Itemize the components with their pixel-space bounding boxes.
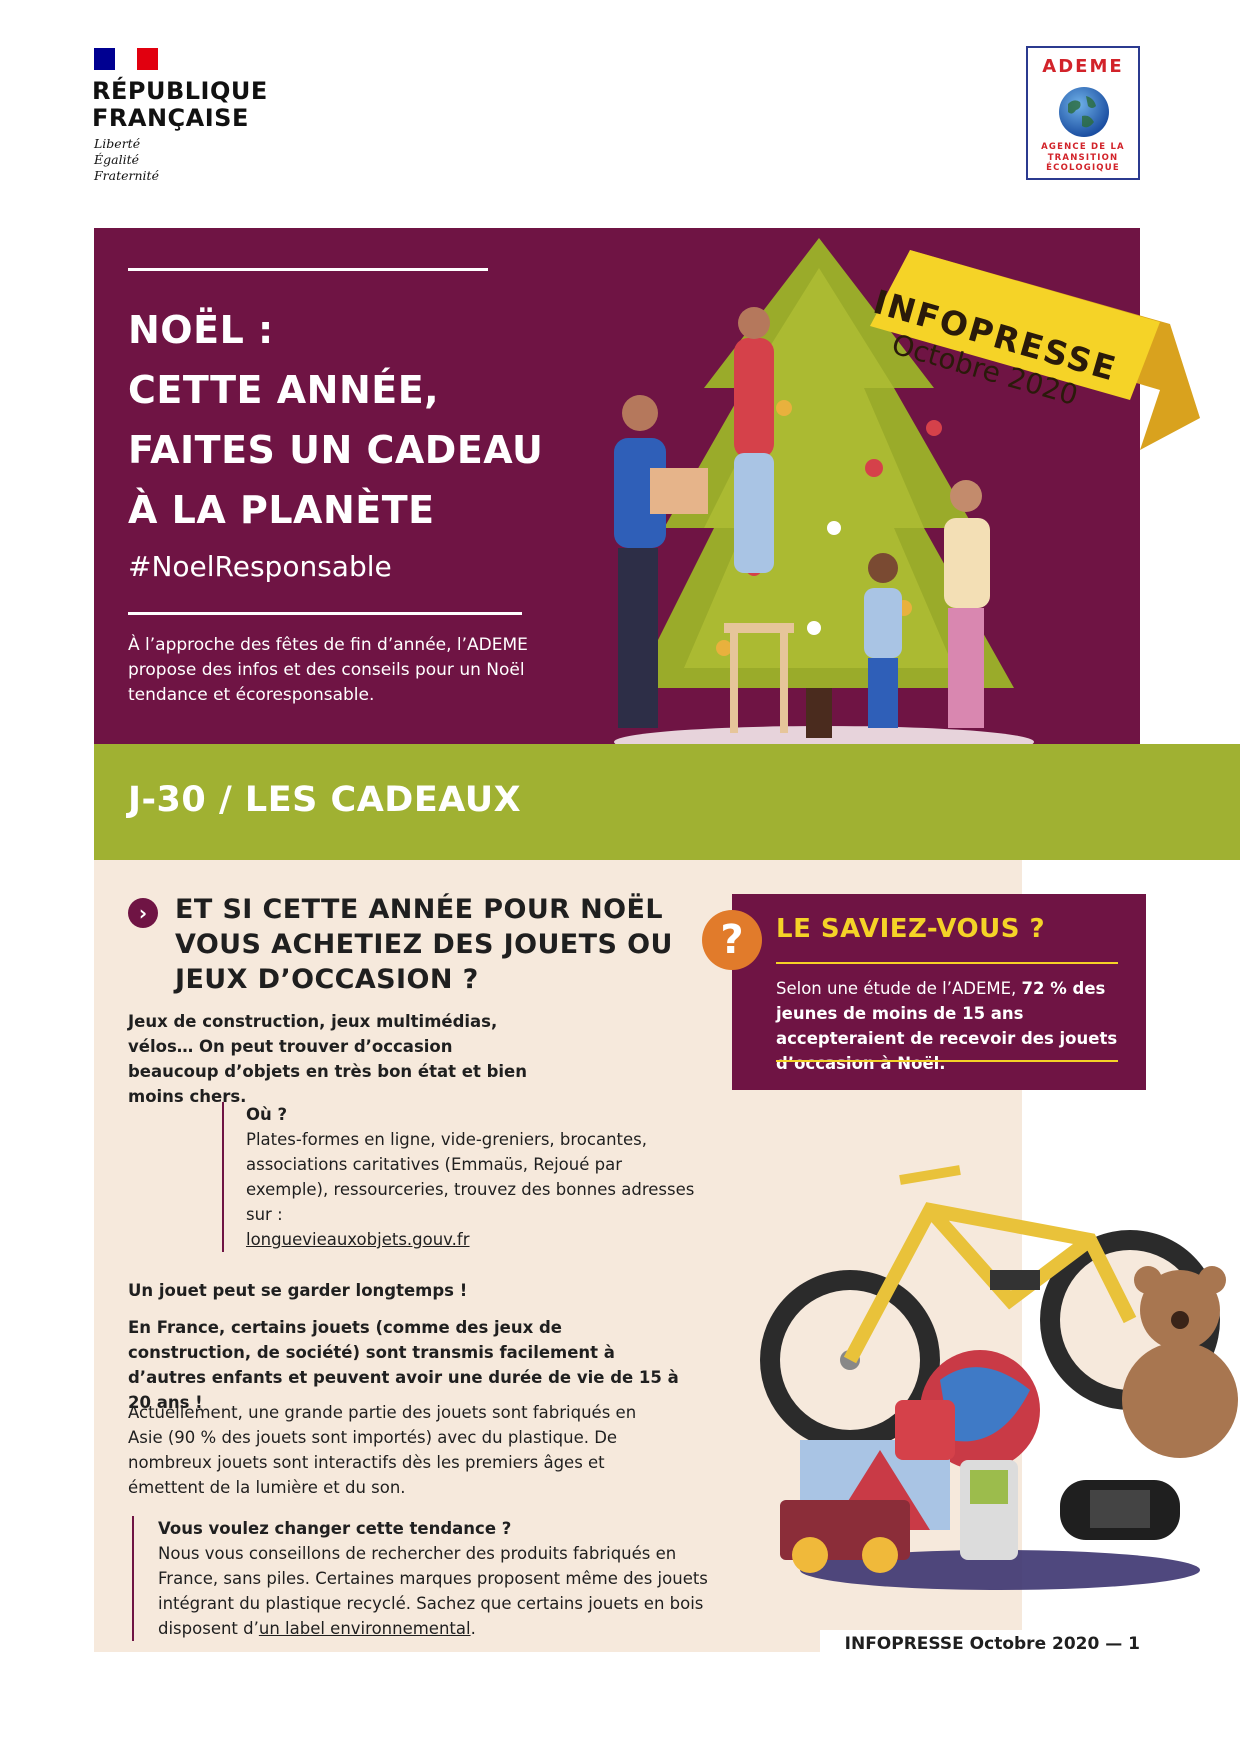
republique-flag	[94, 48, 158, 70]
trend-heading: Vous voulez changer cette tendance ?	[158, 1519, 512, 1538]
asia-text: Actuellement, une grande partie des joue…	[128, 1403, 637, 1497]
hero-bottom-rule	[128, 612, 522, 615]
did-you-know-top-rule	[776, 962, 1118, 964]
hero-intro: À l’approche des fêtes de fin d’année, l…	[128, 635, 528, 705]
ademe-title: ADEME	[1042, 56, 1124, 77]
trend-text: Nous vous conseillons de rechercher des …	[158, 1544, 708, 1638]
did-you-know-bottom-rule	[776, 1060, 1118, 1062]
where-block: Où ? Plates-formes en ligne, vide-grenie…	[222, 1102, 706, 1252]
footer: INFOPRESSE Octobre 2020 — 1	[820, 1630, 1140, 1660]
ademe-subtitle: AGENCE DE LA TRANSITION ÉCOLOGIQUE	[1041, 142, 1125, 173]
republique-francaise-logo: RÉPUBLIQUE FRANÇAISE	[92, 77, 268, 132]
where-text: Plates-formes en ligne, vide-greniers, b…	[246, 1130, 695, 1224]
article-question-title: ET SI CETTE ANNÉE POUR NOËL VOUS ACHETIE…	[175, 894, 673, 995]
hashtag: #NoelResponsable	[128, 550, 392, 583]
toys-illustration	[760, 1165, 1238, 1590]
article-lead: Jeux de construction, jeux multimédias, …	[128, 1012, 527, 1106]
footer-text: INFOPRESSE Octobre 2020 — 1	[844, 1634, 1140, 1654]
globe-icon	[1059, 87, 1109, 137]
did-you-know-box: LE SAVIEZ-VOUS ? Selon une étude de l’AD…	[732, 894, 1146, 1090]
where-heading: Où ?	[246, 1105, 288, 1124]
did-you-know-title: LE SAVIEZ-VOUS ?	[776, 914, 1046, 944]
ademe-logo: ADEME AGENCE DE LA TRANSITION ÉCOLOGIQUE	[1026, 46, 1140, 180]
trend-block: Vous voulez changer cette tendance ? Nou…	[132, 1516, 728, 1641]
question-mark-icon: ?	[702, 910, 762, 970]
chevron-right-icon: ›	[128, 898, 158, 928]
section-title: J-30 / LES CADEAUX	[128, 780, 522, 820]
hero-top-rule	[128, 268, 488, 271]
longuevie-link[interactable]: longuevieauxobjets.gouv.fr	[246, 1230, 470, 1249]
republic-motto: Liberté Égalité Fraternité	[94, 136, 159, 183]
section-band: J-30 / LES CADEAUX	[94, 744, 1240, 860]
hero-title: NOËL : CETTE ANNÉE, FAITES UN CADEAU À L…	[128, 308, 544, 532]
label-environnemental-link[interactable]: un label environnemental	[259, 1619, 471, 1638]
keep-heading: Un jouet peut se garder longtemps !	[128, 1281, 468, 1300]
